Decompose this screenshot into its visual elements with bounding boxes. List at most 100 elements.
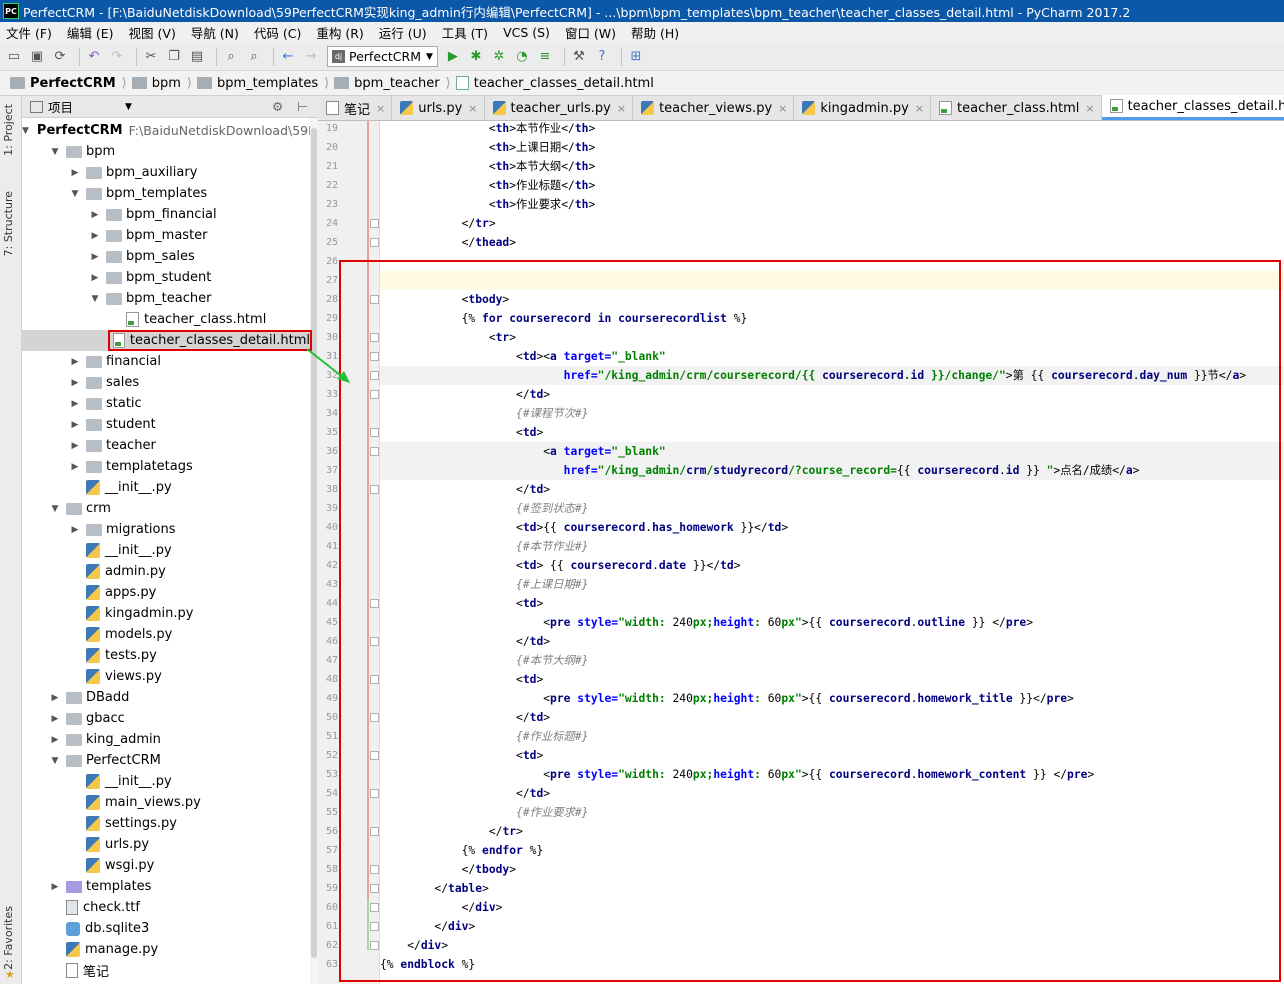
back-icon[interactable]: ← (279, 48, 297, 66)
code-line[interactable]: href="/king_admin/crm/courserecord/{{ co… (380, 366, 1284, 385)
menu-item[interactable]: 视图 (V) (129, 23, 176, 42)
tree-item[interactable]: ▶ DBadd (22, 687, 310, 708)
tree-item[interactable]: ▶ bpm_student (22, 267, 310, 288)
run-icon[interactable]: ▶ (444, 48, 462, 66)
fold-marker-icon[interactable] (370, 903, 379, 912)
tree-item[interactable]: ▶ templates (22, 876, 310, 897)
code-line[interactable]: <td> (380, 423, 1284, 442)
collapsed-arrow-icon[interactable]: ▶ (88, 273, 102, 283)
tree-item[interactable]: ▶ bpm_master (22, 225, 310, 246)
project-tree-scrollbar[interactable] (310, 118, 318, 984)
menu-item[interactable]: 窗口 (W) (565, 23, 616, 42)
tree-item[interactable]: ▼ bpm_teacher (22, 288, 310, 309)
editor-tab[interactable]: 笔记 × (318, 96, 393, 120)
code-line[interactable]: <th>作业要求</th> (380, 195, 1284, 214)
fold-marker-icon[interactable] (370, 333, 379, 342)
code-line[interactable]: {% endblock %} (380, 955, 1284, 974)
code-line[interactable]: <td><a target="_blank" (380, 347, 1284, 366)
code-line[interactable]: <pre style="width: 240px;height: 60px">{… (380, 689, 1284, 708)
tree-item[interactable]: ▼ crm (22, 498, 310, 519)
code-line[interactable]: </tr> (380, 214, 1284, 233)
code-line[interactable]: <tr> (380, 328, 1284, 347)
code-line[interactable]: {#签到状态#} (380, 499, 1284, 518)
tree-item[interactable]: ▼ bpm (22, 141, 310, 162)
code-line[interactable]: <td> (380, 670, 1284, 689)
fold-marker-icon[interactable] (370, 428, 379, 437)
breadcrumb-item[interactable]: teacher_classes_detail.html (455, 76, 654, 91)
tree-item[interactable]: db.sqlite3 (22, 918, 310, 939)
collapsed-arrow-icon[interactable]: ▶ (68, 357, 82, 367)
fold-marker-icon[interactable] (370, 751, 379, 760)
collapsed-arrow-icon[interactable]: ▶ (88, 210, 102, 220)
fold-marker-icon[interactable] (370, 447, 379, 456)
editor-tab[interactable]: kingadmin.py × (794, 96, 932, 120)
code-line[interactable]: <td> (380, 594, 1284, 613)
code-line[interactable]: <a target="_blank" (380, 442, 1284, 461)
forward-icon[interactable]: → (302, 48, 320, 66)
code-line[interactable]: {#上课日期#} (380, 575, 1284, 594)
fold-marker-icon[interactable] (370, 884, 379, 893)
code-line[interactable] (380, 252, 1284, 271)
tree-item[interactable]: 笔记 (22, 960, 310, 981)
close-tab-icon[interactable]: × (915, 102, 924, 115)
close-tab-icon[interactable]: × (376, 102, 385, 115)
fold-marker-icon[interactable] (370, 637, 379, 646)
tree-item[interactable]: ▶ teacher (22, 435, 310, 456)
tree-item[interactable]: teacher_classes_detail.html (22, 330, 310, 351)
tree-item[interactable]: ▼ PerfectCRM (22, 750, 310, 771)
code-editor[interactable]: <th>本节作业</th> <th>上课日期</th> <th>本节大纲</th… (380, 121, 1284, 984)
fold-marker-icon[interactable] (370, 865, 379, 874)
tree-item[interactable]: main_views.py (22, 792, 310, 813)
collapsed-arrow-icon[interactable]: ▶ (88, 231, 102, 241)
code-line[interactable]: {#本节大纲#} (380, 651, 1284, 670)
breadcrumb-item[interactable]: bpm_templates ⟩ (196, 76, 329, 91)
tree-item[interactable]: urls.py (22, 834, 310, 855)
tree-item[interactable]: apps.py (22, 582, 310, 603)
coverage-icon[interactable]: ✲ (490, 48, 508, 66)
breadcrumb-item[interactable]: bpm_teacher ⟩ (334, 76, 451, 91)
code-line[interactable]: href="/king_admin/crm/studyrecord/?cours… (380, 461, 1284, 480)
tree-item[interactable]: admin.py (22, 561, 310, 582)
redo-icon[interactable]: ↷ (108, 48, 126, 66)
breadcrumb-item[interactable]: bpm ⟩ (131, 76, 192, 91)
tree-item[interactable]: teacher_class.html (22, 309, 310, 330)
debug-icon[interactable]: ✱ (467, 48, 485, 66)
tree-item[interactable]: ▶ financial (22, 351, 310, 372)
fold-marker-icon[interactable] (370, 827, 379, 836)
tree-item[interactable]: kingadmin.py (22, 603, 310, 624)
breadcrumb-item[interactable]: PerfectCRM ⟩ (10, 76, 127, 91)
code-line[interactable]: <pre style="width: 240px;height: 60px">{… (380, 765, 1284, 784)
tree-item[interactable]: ▶ bpm_financial (22, 204, 310, 225)
editor-tab[interactable]: teacher_classes_detail.html× (1101, 95, 1284, 120)
code-line[interactable]: </div> (380, 936, 1284, 955)
collapsed-arrow-icon[interactable]: ▶ (68, 378, 82, 388)
collapsed-arrow-icon[interactable]: ▶ (68, 420, 82, 430)
code-line[interactable]: </td> (380, 480, 1284, 499)
editor-tab[interactable]: teacher_class.html × (931, 96, 1102, 120)
code-line[interactable]: </thead> (380, 233, 1284, 252)
tree-item[interactable]: ▼ PerfectCRM F:\BaiduNetdiskDownload\59P (22, 120, 310, 141)
tree-item[interactable]: ▶ student (22, 414, 310, 435)
tree-item[interactable]: ▶ bpm_sales (22, 246, 310, 267)
fold-marker-icon[interactable] (370, 485, 379, 494)
tree-item[interactable]: ▶ templatetags (22, 456, 310, 477)
code-line[interactable]: {#作业要求#} (380, 803, 1284, 822)
editor-tab[interactable]: teacher_views.py × (633, 96, 795, 120)
code-line[interactable]: {#课程节次#} (380, 404, 1284, 423)
tree-item[interactable]: ▶ king_admin (22, 729, 310, 750)
tree-item[interactable]: views.py (22, 666, 310, 687)
collapsed-arrow-icon[interactable]: ▶ (68, 168, 82, 178)
save-icon[interactable]: ▣ (28, 48, 46, 66)
code-line[interactable]: <td> {{ courserecord.date }}</td> (380, 556, 1284, 575)
tree-item[interactable]: wsgi.py (22, 855, 310, 876)
tree-item[interactable]: ▶ bpm_auxiliary (22, 162, 310, 183)
tree-item[interactable]: ▶ sales (22, 372, 310, 393)
code-line[interactable]: </td> (380, 784, 1284, 803)
cut-icon[interactable]: ✂ (142, 48, 160, 66)
expanded-arrow-icon[interactable]: ▼ (48, 147, 62, 157)
collapsed-arrow-icon[interactable]: ▶ (48, 735, 62, 745)
code-line[interactable]: </tr> (380, 822, 1284, 841)
collapsed-arrow-icon[interactable]: ▶ (48, 714, 62, 724)
fold-marker-icon[interactable] (370, 675, 379, 684)
tree-item[interactable]: ▶ static (22, 393, 310, 414)
